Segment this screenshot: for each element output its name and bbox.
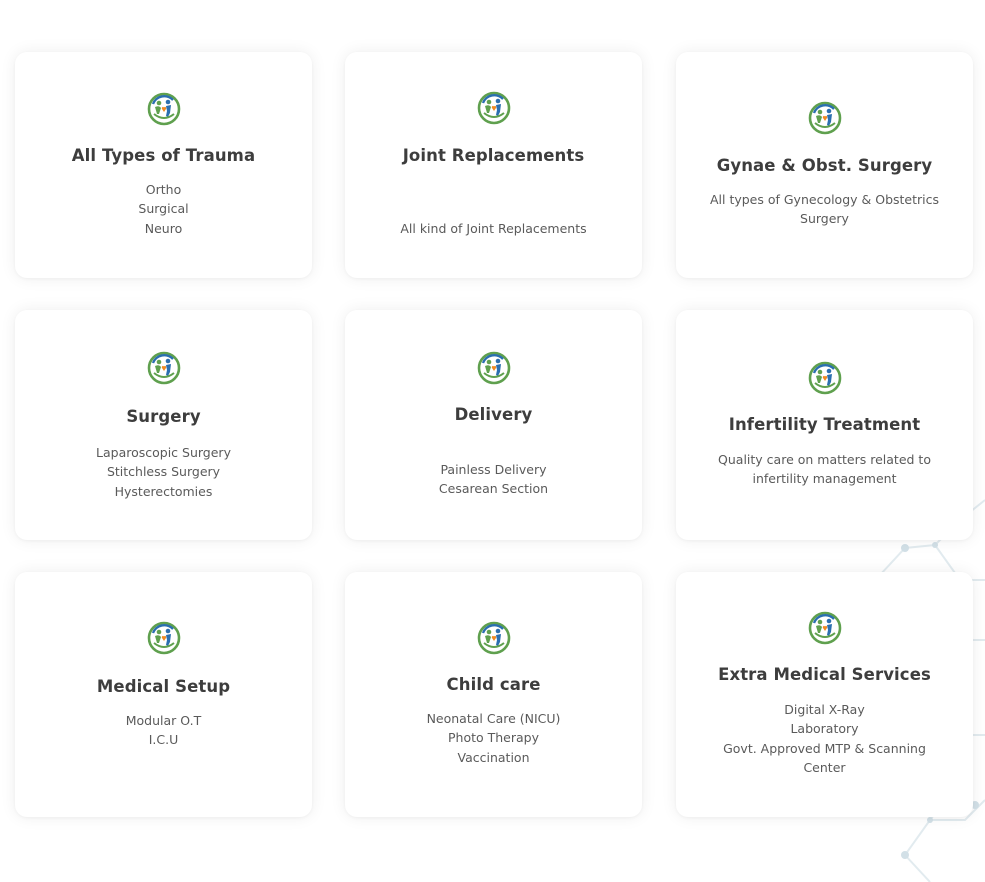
service-card-delivery: Delivery Painless Delivery Cesarean Sect… xyxy=(345,310,642,540)
hospital-logo-icon xyxy=(477,91,511,125)
service-title: Medical Setup xyxy=(96,677,231,696)
hospital-logo-icon xyxy=(147,351,181,385)
service-title: Surgery xyxy=(126,407,201,426)
service-description: Quality care on matters related to infer… xyxy=(718,452,931,487)
service-title: Infertility Treatment xyxy=(728,415,921,434)
hospital-logo-icon xyxy=(808,611,842,645)
service-description: Painless Delivery Cesarean Section xyxy=(438,462,549,497)
service-description: Neonatal Care (NICU) Photo Therapy Vacci… xyxy=(426,711,561,765)
service-description: All types of Gynecology & Obstetrics Sur… xyxy=(709,192,940,227)
service-card-infertility-treatment: Infertility Treatment Quality care on ma… xyxy=(676,310,973,540)
service-title: All Types of Trauma xyxy=(71,146,256,165)
hospital-logo-icon xyxy=(147,92,181,126)
hospital-logo-icon xyxy=(147,621,181,655)
service-title: Extra Medical Services xyxy=(718,665,931,684)
hospital-logo-icon xyxy=(477,351,511,385)
hospital-logo-icon xyxy=(808,101,842,135)
service-description: Laparoscopic Surgery Stitchless Surgery … xyxy=(96,445,231,499)
service-title: Gynae & Obst. Surgery xyxy=(716,156,933,175)
service-card-trauma: All Types of Trauma Ortho Surgical Neuro xyxy=(15,52,312,278)
service-description: Digital X-Ray Laboratory Govt. Approved … xyxy=(723,702,926,775)
service-card-gynae-obst-surgery: Gynae & Obst. Surgery All types of Gynec… xyxy=(676,52,973,278)
hospital-logo-icon xyxy=(808,361,842,395)
service-card-surgery: Surgery Laparoscopic Surgery Stitchless … xyxy=(15,310,312,540)
hospital-logo-icon xyxy=(477,621,511,655)
service-description: Ortho Surgical Neuro xyxy=(138,182,189,236)
service-title: Child care xyxy=(446,675,541,694)
service-card-child-care: Child care Neonatal Care (NICU) Photo Th… xyxy=(345,572,642,817)
service-card-medical-setup: Medical Setup Modular O.T I.C.U xyxy=(15,572,312,817)
service-description: All kind of Joint Replacements xyxy=(400,221,587,236)
service-title: Delivery xyxy=(454,405,533,424)
service-card-joint-replacements: Joint Replacements All kind of Joint Rep… xyxy=(345,52,642,278)
service-description: Modular O.T I.C.U xyxy=(125,713,202,748)
service-title: Joint Replacements xyxy=(402,146,585,165)
service-card-extra-medical-services: Extra Medical Services Digital X-Ray Lab… xyxy=(676,572,973,817)
